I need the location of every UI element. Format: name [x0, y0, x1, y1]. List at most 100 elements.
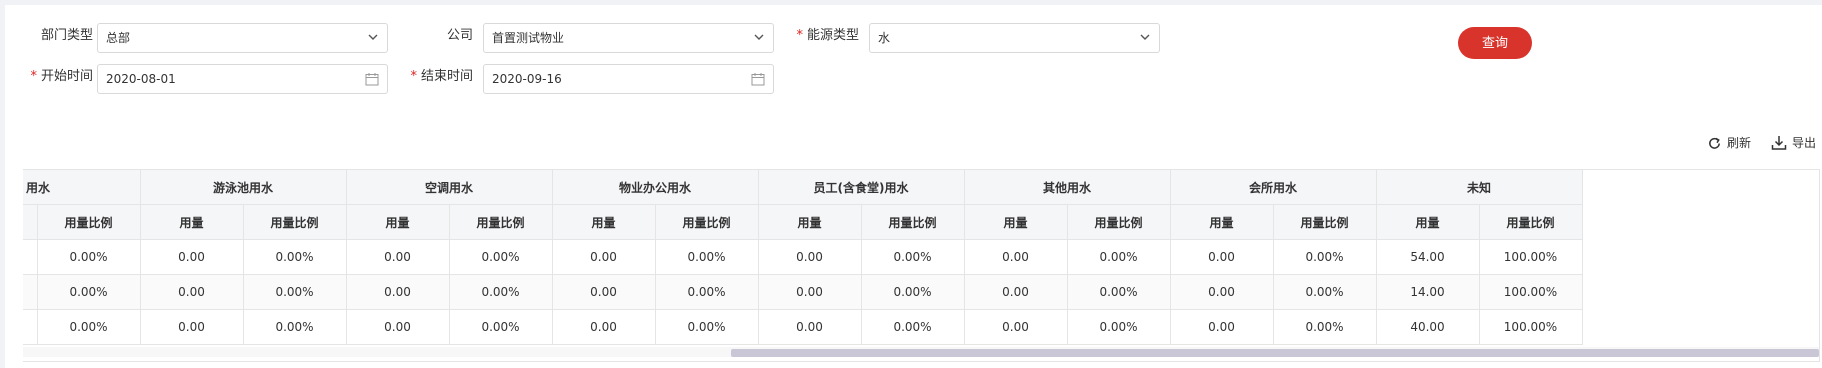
report-page: 部门类型 总部 公司 首置测试物业 * 能源类型 水 查询 * 开始时间 2020-…	[5, 5, 1822, 368]
calendar-icon	[365, 73, 379, 86]
usage-header: 用量	[1170, 204, 1274, 240]
table-cell: 0.00%	[37, 239, 141, 275]
table-cell: 0.00	[964, 239, 1068, 275]
ratio-header: 用量比例	[1067, 204, 1171, 240]
table-cell: 0.00%	[1067, 309, 1171, 345]
table-cell: 54.00	[1376, 239, 1480, 275]
table-cell: 0.00	[552, 309, 656, 345]
energy-type-value: 水	[878, 31, 891, 45]
table-cell: 0.00	[758, 239, 862, 275]
table-cell: 0.00%	[655, 274, 759, 310]
table-cell: 0.00%	[449, 274, 553, 310]
group-header: 会所用水	[1170, 170, 1377, 205]
table-cell: 0.00	[140, 239, 244, 275]
table-cell: 0.00	[964, 274, 1068, 310]
required-mark: *	[796, 28, 803, 43]
chevron-down-icon	[368, 34, 378, 40]
ratio-header: 用量比例	[655, 204, 759, 240]
dept-type-label: 部门类型	[40, 28, 93, 43]
table-cell: 0.00%	[655, 309, 759, 345]
table-cell: 0.00%	[243, 239, 347, 275]
end-time-value: 2020-09-16	[492, 72, 562, 86]
table-cell: 100.00%	[1479, 239, 1583, 275]
chevron-down-icon	[754, 34, 764, 40]
group-header: 员工(含食堂)用水	[758, 170, 965, 205]
start-time-value: 2020-08-01	[106, 72, 176, 86]
table-cell: 0.00	[140, 274, 244, 310]
table-cell: 0.00%	[1273, 274, 1377, 310]
start-time-picker[interactable]: 2020-08-01	[97, 64, 388, 94]
ratio-header: 用量比例	[37, 204, 141, 240]
table-cell: 0.00	[1170, 274, 1274, 310]
table-cell: 0.00	[552, 274, 656, 310]
usage-header: 用量	[758, 204, 862, 240]
table-cell: 0.00	[1170, 239, 1274, 275]
energy-type-select[interactable]: 水	[869, 23, 1160, 53]
table-cell: 0.00%	[1067, 239, 1171, 275]
export-label: 导出	[1792, 136, 1817, 150]
end-time-label: * 结束时间	[410, 69, 473, 84]
required-mark: *	[410, 69, 417, 84]
ratio-header: 用量比例	[243, 204, 347, 240]
table-cell: 0.00%	[243, 274, 347, 310]
group-header: 未知	[1376, 170, 1583, 205]
table-cell: 0.00	[964, 309, 1068, 345]
download-icon	[1771, 136, 1787, 150]
table-cell: 0.00	[552, 239, 656, 275]
table-cell: 0.00%	[861, 309, 965, 345]
table-cell: 0.00	[758, 309, 862, 345]
calendar-icon	[751, 73, 765, 86]
group-header: 其他用水	[964, 170, 1171, 205]
table-cell: 0.00%	[449, 309, 553, 345]
refresh-label: 刷新	[1727, 136, 1752, 150]
table-cell: 0.00%	[37, 309, 141, 345]
table-cell: 0.00%	[1273, 239, 1377, 275]
table-cell: 0.00%	[1067, 274, 1171, 310]
table-cell: 0.00%	[861, 274, 965, 310]
refresh-icon	[1709, 137, 1720, 149]
start-time-label: * 开始时间	[30, 69, 93, 84]
table-cell: 0.00%	[861, 239, 965, 275]
table-cell: 14.00	[1376, 274, 1480, 310]
group-header: 游泳池用水	[140, 170, 347, 205]
table-cell	[23, 239, 38, 275]
export-button[interactable]: 导出	[1771, 134, 1816, 152]
company-select[interactable]: 首置测试物业	[483, 23, 774, 53]
table-cell: 0.00	[346, 239, 450, 275]
usage-header: 用量	[1376, 204, 1480, 240]
table-cell: 0.00%	[1273, 309, 1377, 345]
company-value: 首置测试物业	[492, 31, 565, 45]
ratio-header: 用量比例	[1273, 204, 1377, 240]
table-row: 0.00% 0.00 0.00% 0.00 0.00% 0.00 0.00% 0.00 0.00…	[23, 274, 1583, 310]
table-row: 0.00% 0.00 0.00% 0.00 0.00% 0.00 0.00% 0.00 0.00…	[23, 239, 1583, 275]
table-cell: 100.00%	[1479, 274, 1583, 310]
scrollbar-thumb[interactable]	[731, 349, 1819, 357]
company-label: 公司	[446, 28, 473, 43]
table-cell: 0.00	[346, 309, 450, 345]
dept-type-value: 总部	[106, 31, 131, 45]
usage-header: 用量	[23, 204, 38, 240]
end-time-picker[interactable]: 2020-09-16	[483, 64, 774, 94]
ratio-header: 用量比例	[1479, 204, 1583, 240]
group-header: 空调用水	[346, 170, 553, 205]
group-header: 用水	[23, 170, 141, 205]
usage-header: 用量	[964, 204, 1068, 240]
table-row: 0.00% 0.00 0.00% 0.00 0.00% 0.00 0.00% 0.00 0.00…	[23, 309, 1583, 345]
dept-type-select[interactable]: 总部	[97, 23, 388, 53]
usage-table-scroll[interactable]: 用水 游泳池用水 空调用水 物业办公用水 员工(含食堂)用水 其他用水 会所用水…	[23, 169, 1820, 362]
usage-table: 用水 游泳池用水 空调用水 物业办公用水 员工(含食堂)用水 其他用水 会所用水…	[23, 170, 1583, 345]
table-cell: 0.00	[140, 309, 244, 345]
refresh-button[interactable]: 刷新	[1707, 134, 1751, 152]
usage-header: 用量	[552, 204, 656, 240]
ratio-header: 用量比例	[861, 204, 965, 240]
table-cell	[23, 309, 38, 345]
table-cell: 0.00%	[655, 239, 759, 275]
table-cell: 100.00%	[1479, 309, 1583, 345]
usage-header: 用量	[140, 204, 244, 240]
table-cell	[23, 274, 38, 310]
table-cell: 0.00	[758, 274, 862, 310]
query-button[interactable]: 查询	[1458, 27, 1532, 59]
table-cell: 0.00%	[243, 309, 347, 345]
table-cell: 0.00%	[449, 239, 553, 275]
table-cell: 0.00%	[37, 274, 141, 310]
